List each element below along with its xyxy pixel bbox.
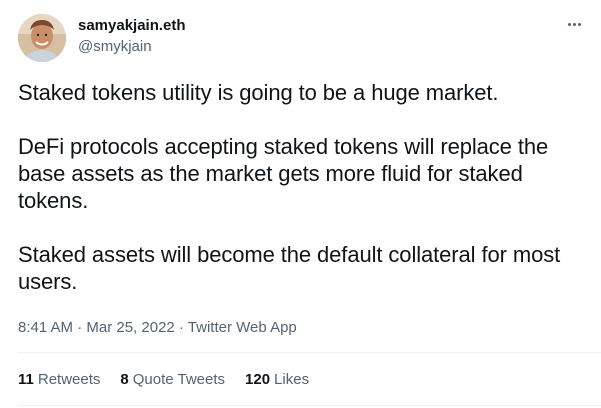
divider xyxy=(18,405,601,406)
likes-count: 120 xyxy=(245,371,271,388)
tweet-paragraph: Staked tokens utility is going to be a h… xyxy=(18,80,499,105)
more-dot xyxy=(577,22,581,26)
tweet-text: Staked tokens utility is going to be a h… xyxy=(18,79,593,295)
divider xyxy=(18,352,601,353)
quote-tweets-stat[interactable]: 8 Quote Tweets xyxy=(120,370,225,390)
author-handle[interactable]: @smykjain xyxy=(78,37,152,57)
more-options-icon[interactable] xyxy=(561,14,587,34)
retweets-count: 11 xyxy=(18,371,34,388)
quote-tweets-count: 8 xyxy=(120,371,129,388)
author-display-name[interactable]: samyakjain.eth xyxy=(78,16,186,36)
more-dot xyxy=(572,22,576,26)
user-avatar-icon xyxy=(18,14,66,62)
likes-stat[interactable]: 120 Likes xyxy=(245,370,309,390)
tweet-paragraph: Staked assets will become the default co… xyxy=(18,242,561,294)
tweet-card: samyakjain.eth @smykjain Staked tokens u… xyxy=(0,0,601,408)
tweet-paragraph: DeFi protocols accepting staked tokens w… xyxy=(18,134,549,213)
retweets-stat[interactable]: 11 Retweets xyxy=(18,370,100,390)
author-avatar[interactable] xyxy=(18,14,66,62)
quote-tweets-label: Quote Tweets xyxy=(132,371,226,388)
likes-label: Likes xyxy=(274,371,310,388)
more-dot xyxy=(567,22,571,26)
retweets-label: Retweets xyxy=(37,371,101,388)
tweet-timestamp-source[interactable]: 8:41 AM · Mar 25, 2022 · Twitter Web App xyxy=(18,318,297,338)
tweet-stats: 11 Retweets 8 Quote Tweets 120 Likes xyxy=(18,370,309,390)
